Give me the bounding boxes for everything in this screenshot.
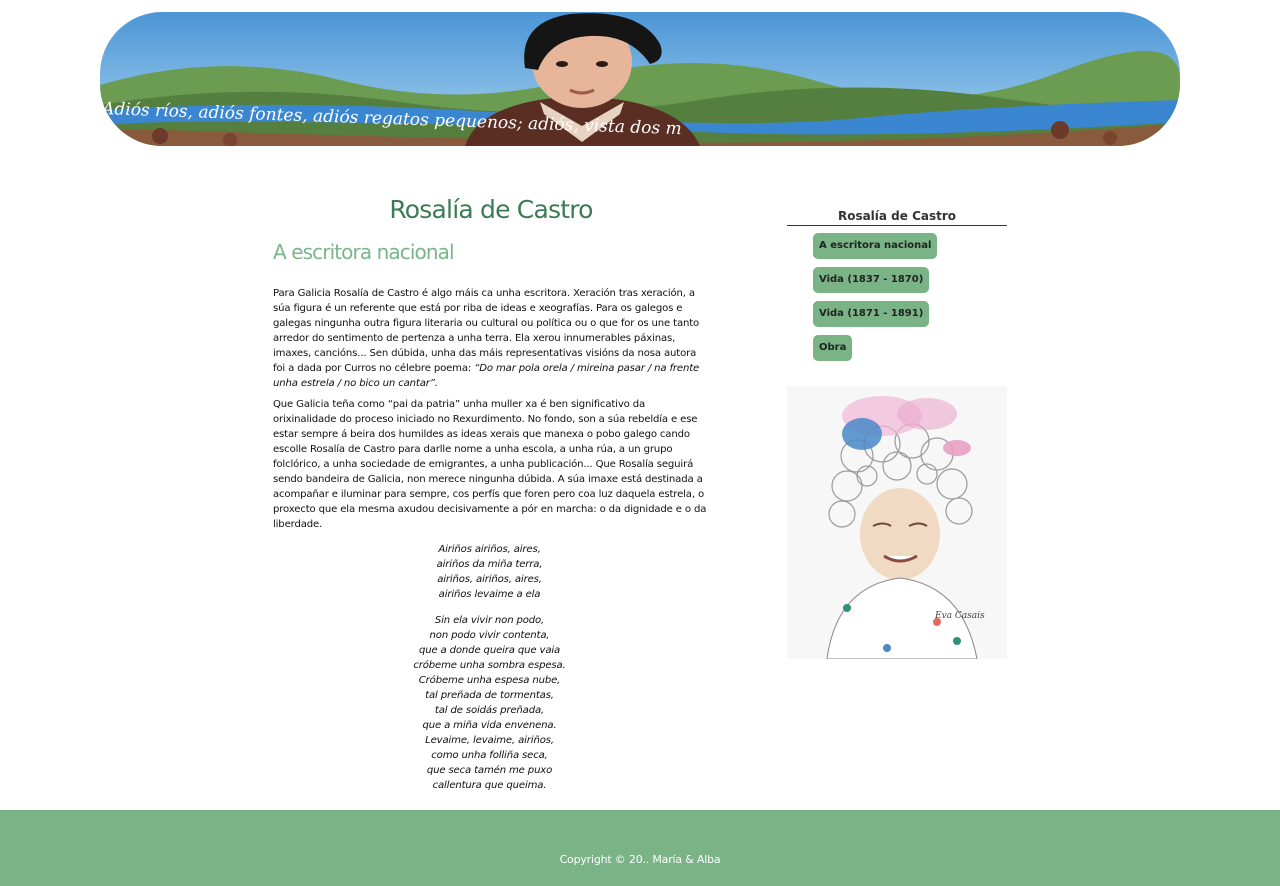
poem-line: que a donde queira que vaia [418,645,561,656]
page-title: Rosalía de Castro [389,195,593,224]
sidebar: Rosalía de Castro A escritora nacional V… [787,208,1007,659]
poem-line: airiños, airiños, aires, [437,574,542,585]
rosalia-portrait-illustration: Eva Casais [787,386,1007,659]
poem-line: airiños levaime a ela [438,589,541,600]
intro-paragraph: Para Galicia Rosalía de Castro é algo má… [273,286,709,391]
sidebar-title: Rosalía de Castro [787,208,1007,226]
main-content: Rosalía de Castro A escritora nacional P… [273,190,709,793]
poem-line: tal preñada de tormentas, [425,690,554,701]
poem-line: Airiños airiños, aires, [438,544,541,555]
footer: Copyright © 20.. María & Alba [0,810,1280,886]
poem-line: que seca tamén me puxo [426,765,553,776]
poem-stanza-1: Airiños airiños, aires, airiños da miña … [270,542,709,602]
poem-line: non podo vivir contenta, [429,630,550,641]
second-paragraph: Que Galicia teña como “pai da patria” un… [273,399,707,530]
poem-line: Sin ela vivir non podo, [434,615,545,626]
portrait-signature: Eva Casais [934,611,985,621]
nav-vida-1871-1891[interactable]: Vida (1871 - 1891) [813,301,930,327]
poem-line: airiños da miña terra, [436,559,543,570]
poem-line: callentura que queima. [432,780,547,791]
copyright-text: Copyright © 20.. María & Alba [559,853,721,866]
poem-line: tal de soidás preñada, [434,705,545,716]
intro-paragraph-text: Para Galicia Rosalía de Castro é algo má… [273,288,700,374]
poem-line: Cróbeme unha espesa nube, [418,675,561,686]
poem-stanza-2: Sin ela vivir non podo, non podo vivir c… [270,613,709,793]
sidebar-nav: A escritora nacional Vida (1837 - 1870) … [813,233,1007,369]
poem-line: que a miña vida envenena. [422,720,557,731]
nav-obra[interactable]: Obra [813,335,853,361]
section-title: A escritora nacional [273,240,455,264]
poem-line: como unha folliña seca, [431,750,548,761]
nav-escritora-nacional[interactable]: A escritora nacional [813,233,938,259]
nav-vida-1837-1870[interactable]: Vida (1837 - 1870) [813,267,930,293]
banner-illustration: Adiós ríos, adiós fontes, adiós regatos … [100,12,1180,146]
header-banner: Adiós ríos, adiós fontes, adiós regatos … [100,10,1180,146]
poem-line: Levaime, levaime, airiños, [425,735,554,746]
poem-line: cróbeme unha sombra espesa. [413,660,566,671]
